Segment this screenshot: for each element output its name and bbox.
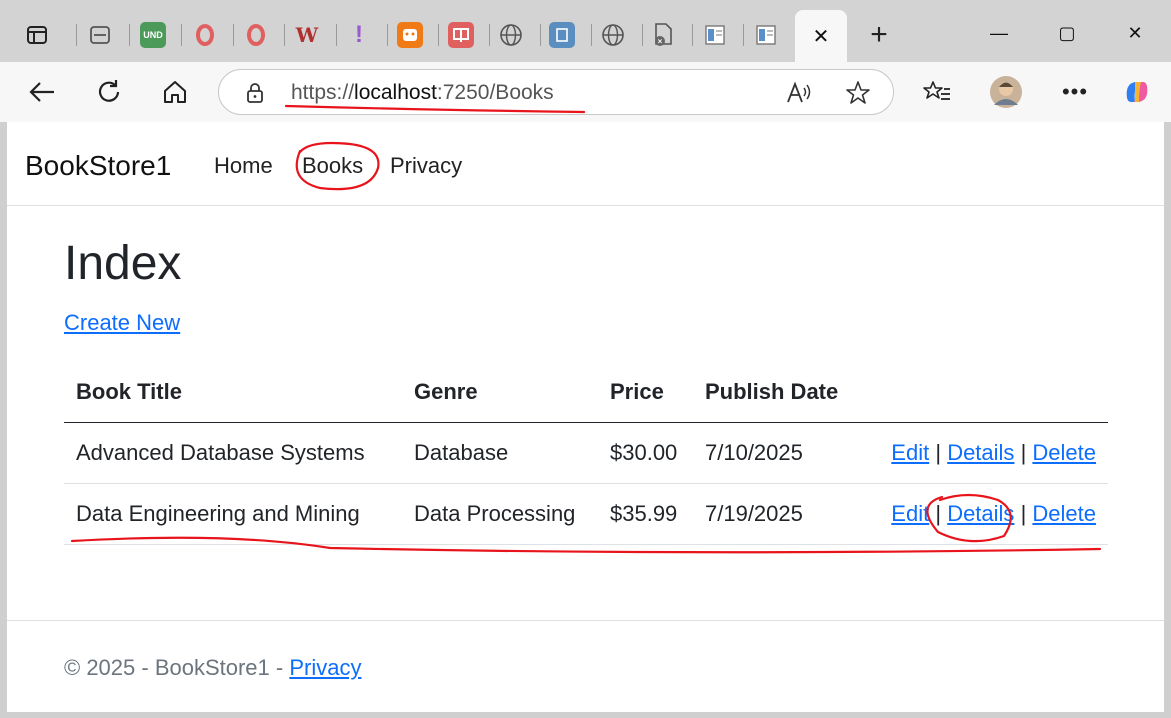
url-host: localhost	[354, 81, 437, 104]
action-separator: |	[935, 440, 942, 465]
cell-genre: Data Processing	[402, 483, 598, 545]
favorite-star-icon[interactable]	[845, 80, 871, 111]
table-row: Advanced Database Systems Database $30.0…	[64, 422, 1108, 484]
globe-icon[interactable]	[600, 22, 626, 48]
globe-icon[interactable]	[498, 22, 524, 48]
und-tab-label: UND	[143, 30, 163, 40]
read-aloud-icon[interactable]	[785, 80, 813, 111]
tab-divider	[743, 24, 744, 46]
web-page: BookStore1 Home Books Privacy Index Crea…	[7, 122, 1164, 712]
tab-actions-icon[interactable]	[87, 22, 113, 48]
document-tab-icon[interactable]	[702, 22, 728, 48]
file-settings-icon[interactable]: ×	[650, 22, 676, 48]
home-icon[interactable]	[158, 75, 192, 109]
tab-divider	[642, 24, 643, 46]
cell-actions: Edit | Details | Delete	[861, 483, 1108, 545]
tab-divider	[540, 24, 541, 46]
tab-divider	[692, 24, 693, 46]
red-app-tab-icon[interactable]	[448, 22, 474, 48]
refresh-icon[interactable]	[92, 75, 126, 109]
delete-link[interactable]: Delete	[1032, 440, 1096, 465]
tab-divider	[181, 24, 182, 46]
action-separator: |	[1020, 440, 1027, 465]
tab-strip: UND W ! × ✕ + — ▢ ✕	[0, 0, 1171, 62]
cell-price: $30.00	[598, 422, 693, 484]
create-new-link[interactable]: Create New	[64, 310, 180, 336]
books-table: Book Title Genre Price Publish Date Adva…	[64, 362, 1108, 545]
tab-divider	[129, 24, 130, 46]
url-text[interactable]: https://localhost:7250/Books	[291, 81, 554, 105]
opera-tab-icon[interactable]	[192, 22, 218, 48]
cell-genre: Database	[402, 422, 598, 484]
maximize-button[interactable]: ▢	[1047, 18, 1087, 48]
footer-privacy-link[interactable]: Privacy	[289, 655, 361, 680]
edit-link[interactable]: Edit	[891, 501, 929, 526]
tab-divider	[489, 24, 490, 46]
url-scheme: https://	[291, 81, 355, 104]
sidebar-icon[interactable]	[24, 22, 50, 48]
site-footer: © 2025 - BookStore1 - Privacy	[7, 620, 1164, 713]
lock-icon[interactable]	[245, 81, 265, 110]
cell-title: Data Engineering and Mining	[64, 483, 402, 545]
column-header-price: Price	[598, 362, 693, 423]
svg-text:×: ×	[658, 37, 663, 46]
copilot-icon[interactable]	[1120, 75, 1154, 109]
column-header-publish-date: Publish Date	[693, 362, 861, 423]
opera-tab-icon[interactable]	[243, 22, 269, 48]
back-arrow-icon[interactable]	[25, 75, 59, 109]
nav-books[interactable]: Books	[302, 153, 363, 179]
tab-divider	[76, 24, 77, 46]
tab-divider	[336, 24, 337, 46]
tab-divider	[387, 24, 388, 46]
new-tab-button[interactable]: +	[862, 18, 896, 52]
wordpress-tab-icon[interactable]: W	[294, 22, 320, 48]
document-tab-icon[interactable]	[753, 22, 779, 48]
more-options-icon[interactable]: •••	[1058, 75, 1092, 109]
tab-divider	[438, 24, 439, 46]
footer-copyright: © 2025 - BookStore1 -	[64, 655, 290, 680]
orange-app-tab-icon[interactable]	[397, 22, 423, 48]
tab-divider	[591, 24, 592, 46]
table-header-row: Book Title Genre Price Publish Date	[64, 362, 1108, 423]
action-separator: |	[935, 501, 942, 526]
tab-divider	[233, 24, 234, 46]
table-row: Data Engineering and Mining Data Process…	[64, 483, 1108, 545]
cell-publish-date: 7/19/2025	[693, 483, 861, 545]
cell-publish-date: 7/10/2025	[693, 422, 861, 484]
page-title: Index	[64, 237, 182, 290]
favorites-icon[interactable]	[920, 75, 954, 109]
avatar[interactable]	[989, 75, 1023, 109]
cell-actions: Edit | Details | Delete	[861, 422, 1108, 484]
cell-price: $35.99	[598, 483, 693, 545]
column-header-genre: Genre	[402, 362, 598, 423]
site-brand[interactable]: BookStore1	[25, 150, 171, 182]
minimize-button[interactable]: —	[979, 18, 1019, 48]
close-tab-icon[interactable]: ✕	[807, 22, 835, 50]
delete-link[interactable]: Delete	[1032, 501, 1096, 526]
active-tab[interactable]: ✕	[795, 10, 847, 62]
details-link[interactable]: Details	[947, 440, 1014, 465]
details-link[interactable]: Details	[947, 501, 1014, 526]
edit-link[interactable]: Edit	[891, 440, 929, 465]
close-window-button[interactable]: ✕	[1115, 18, 1155, 48]
site-navbar: BookStore1 Home Books Privacy	[7, 122, 1164, 206]
column-header-title: Book Title	[64, 362, 402, 423]
nav-privacy[interactable]: Privacy	[390, 153, 462, 179]
address-bar[interactable]: https://localhost:7250/Books	[218, 69, 894, 115]
und-tab-icon[interactable]: UND	[140, 22, 166, 48]
nav-home[interactable]: Home	[214, 153, 273, 179]
browser-toolbar: https://localhost:7250/Books •••	[0, 62, 1171, 122]
cell-title: Advanced Database Systems	[64, 422, 402, 484]
blue-doc-tab-icon[interactable]	[549, 22, 575, 48]
tab-divider	[284, 24, 285, 46]
footer-text: © 2025 - BookStore1 - Privacy	[64, 655, 361, 681]
purple-exclamation-icon[interactable]: !	[346, 21, 372, 48]
action-separator: |	[1020, 501, 1027, 526]
column-header-actions	[861, 362, 1108, 423]
url-path: :7250/Books	[436, 81, 554, 104]
